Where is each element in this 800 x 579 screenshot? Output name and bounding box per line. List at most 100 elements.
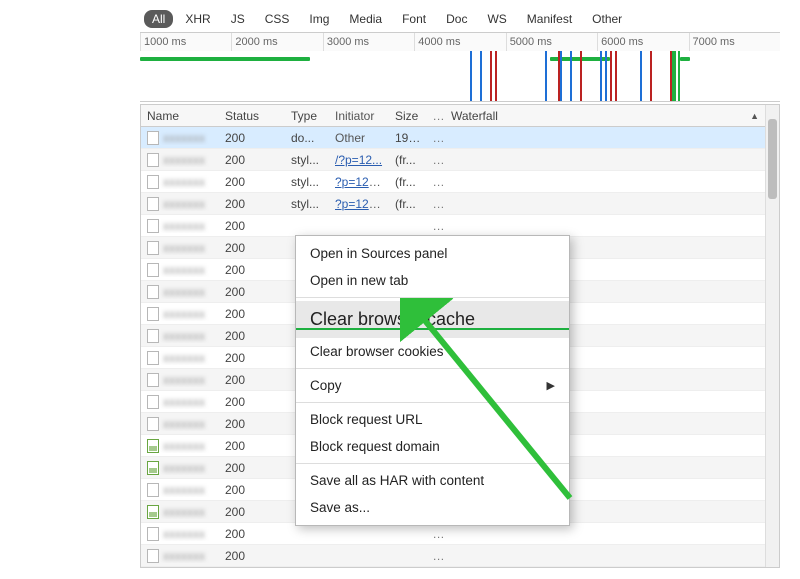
filter-manifest[interactable]: Manifest <box>519 10 580 28</box>
cell-dots: ... <box>427 131 445 145</box>
scrollbar-thumb[interactable] <box>768 119 777 199</box>
overview-mark <box>570 51 572 101</box>
cell-initiator: Other <box>329 131 389 145</box>
document-file-icon <box>147 307 159 321</box>
initiator-link[interactable]: /?p=12... <box>335 153 382 167</box>
document-file-icon <box>147 285 159 299</box>
cell-name[interactable]: xxxxxxx <box>141 131 219 145</box>
cell-name[interactable]: xxxxxxx <box>141 219 219 233</box>
ruler-tick: 6000 ms <box>597 33 688 51</box>
cell-name[interactable]: xxxxxxx <box>141 197 219 211</box>
image-file-icon <box>147 505 159 519</box>
filter-ws[interactable]: WS <box>479 10 514 28</box>
cell-name[interactable]: xxxxxxx <box>141 241 219 255</box>
document-file-icon <box>147 549 159 563</box>
cell-name[interactable]: xxxxxxx <box>141 417 219 431</box>
ruler-tick: 1000 ms <box>140 33 231 51</box>
cell-name[interactable]: xxxxxxx <box>141 285 219 299</box>
cell-initiator[interactable]: /?p=12... <box>329 153 389 167</box>
overview-timeline[interactable]: 1000 ms2000 ms3000 ms4000 ms5000 ms6000 … <box>140 32 780 102</box>
ctx-save-as[interactable]: Save as... <box>296 494 569 521</box>
request-name: xxxxxxx <box>163 549 205 563</box>
filter-media[interactable]: Media <box>341 10 390 28</box>
ctx-sep <box>296 402 569 403</box>
cell-name[interactable]: xxxxxxx <box>141 351 219 365</box>
cell-type: styl... <box>285 153 329 167</box>
ctx-clear-cache[interactable]: Clear browser cache <box>296 301 569 338</box>
ctx-save-har[interactable]: Save all as HAR with content <box>296 467 569 494</box>
request-name: xxxxxxx <box>163 505 205 519</box>
ctx-clear-cookies[interactable]: Clear browser cookies <box>296 338 569 365</box>
ctx-block-domain[interactable]: Block request domain <box>296 433 569 460</box>
overview-body <box>140 51 780 101</box>
cell-name[interactable]: xxxxxxx <box>141 175 219 189</box>
overview-mark <box>615 51 617 101</box>
cell-name[interactable]: xxxxxxx <box>141 461 219 475</box>
cell-name[interactable]: xxxxxxx <box>141 263 219 277</box>
overview-mark <box>600 51 602 101</box>
table-row[interactable]: xxxxxxx200do...Other19....... <box>141 127 765 149</box>
filter-xhr[interactable]: XHR <box>177 10 218 28</box>
request-name: xxxxxxx <box>163 351 205 365</box>
col-waterfall[interactable]: Waterfall ▲ <box>445 109 765 123</box>
cell-name[interactable]: xxxxxxx <box>141 505 219 519</box>
cell-name[interactable]: xxxxxxx <box>141 483 219 497</box>
cell-name[interactable]: xxxxxxx <box>141 153 219 167</box>
initiator-link[interactable]: ?p=121... <box>335 175 385 189</box>
cell-name[interactable]: xxxxxxx <box>141 395 219 409</box>
request-name: xxxxxxx <box>163 329 205 343</box>
table-row[interactable]: xxxxxxx200... <box>141 545 765 567</box>
cell-name[interactable]: xxxxxxx <box>141 439 219 453</box>
filter-font[interactable]: Font <box>394 10 434 28</box>
table-row[interactable]: xxxxxxx200... <box>141 523 765 545</box>
filter-doc[interactable]: Doc <box>438 10 475 28</box>
cell-name[interactable]: xxxxxxx <box>141 329 219 343</box>
scrollbar[interactable] <box>765 105 779 567</box>
cell-initiator[interactable]: ?p=121... <box>329 197 389 211</box>
cell-name[interactable]: xxxxxxx <box>141 373 219 387</box>
col-size[interactable]: Size <box>389 109 427 123</box>
col-status[interactable]: Status <box>219 109 285 123</box>
overview-bar <box>140 57 310 61</box>
col-name[interactable]: Name <box>141 109 219 123</box>
request-name: xxxxxxx <box>163 197 205 211</box>
table-row[interactable]: xxxxxxx 200... <box>141 215 765 237</box>
filter-img[interactable]: Img <box>301 10 337 28</box>
filter-all[interactable]: All <box>144 10 173 28</box>
cell-dots: ... <box>427 219 445 233</box>
ctx-sep <box>296 297 569 298</box>
col-type[interactable]: Type <box>285 109 329 123</box>
col-dots[interactable]: ... <box>427 109 445 123</box>
overview-mark <box>674 51 676 101</box>
cell-name[interactable]: xxxxxxx <box>141 307 219 321</box>
image-file-icon <box>147 439 159 453</box>
ctx-sep <box>296 368 569 369</box>
table-header[interactable]: Name Status Type Initiator Size ... Wate… <box>141 105 765 127</box>
cell-name[interactable]: xxxxxxx <box>141 549 219 563</box>
ctx-open-tab[interactable]: Open in new tab <box>296 267 569 294</box>
filter-css[interactable]: CSS <box>257 10 298 28</box>
filter-js[interactable]: JS <box>223 10 253 28</box>
request-name: xxxxxxx <box>163 285 205 299</box>
table-row[interactable]: xxxxxxx200styl...?p=121...(fr...... <box>141 193 765 215</box>
filter-other[interactable]: Other <box>584 10 630 28</box>
request-name: xxxxxxx <box>163 219 205 233</box>
document-file-icon <box>147 241 159 255</box>
cell-status: 200 <box>219 439 285 453</box>
col-initiator[interactable]: Initiator <box>329 109 389 123</box>
document-file-icon <box>147 351 159 365</box>
document-file-icon <box>147 417 159 431</box>
ctx-block-url[interactable]: Block request URL <box>296 406 569 433</box>
table-row[interactable]: xxxxxxx200styl...?p=121...(fr...... <box>141 171 765 193</box>
col-waterfall-label: Waterfall <box>451 109 498 123</box>
document-file-icon <box>147 329 159 343</box>
ctx-open-sources[interactable]: Open in Sources panel <box>296 240 569 267</box>
cell-status: 200 <box>219 219 285 233</box>
document-file-icon <box>147 395 159 409</box>
ctx-copy[interactable]: Copy ▶ <box>296 372 569 399</box>
cell-name[interactable]: xxxxxxx <box>141 527 219 541</box>
overview-bar <box>680 57 690 61</box>
cell-initiator[interactable]: ?p=121... <box>329 175 389 189</box>
table-row[interactable]: xxxxxxx200styl.../?p=12...(fr...... <box>141 149 765 171</box>
initiator-link[interactable]: ?p=121... <box>335 197 385 211</box>
